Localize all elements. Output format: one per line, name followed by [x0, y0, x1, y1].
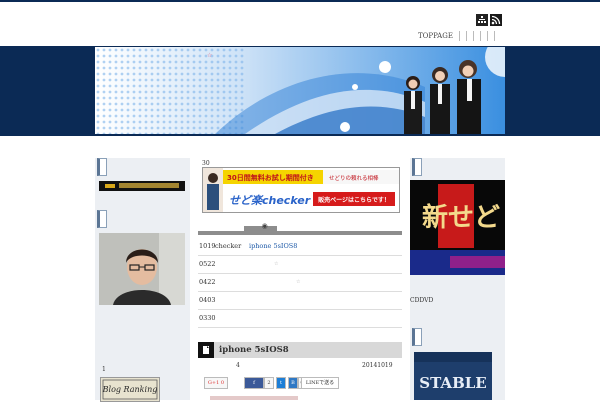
post-title[interactable]: iphone 5sIOS8	[219, 345, 289, 355]
arrow-icon	[105, 184, 115, 188]
seller-checker-ad[interactable]: 30日間無料お試し期間付き せどりの頼れる相棒 せど楽checker 販売ページ…	[202, 167, 400, 213]
post-header: iphone 5sIOS8	[198, 342, 402, 358]
post-count: 4	[236, 362, 240, 369]
list-item[interactable]: 0403	[198, 291, 402, 310]
ad-logo: せど楽checker	[229, 194, 311, 207]
header-icons	[476, 14, 502, 26]
nav-item[interactable]	[474, 31, 481, 41]
top-navigation: TOPPAGE	[412, 31, 495, 41]
sidebar-tab-marker	[412, 328, 422, 346]
gplus-button[interactable]: G+1 0	[204, 377, 228, 389]
like-count: 2	[264, 377, 274, 389]
sidebar-tab-marker	[412, 158, 422, 176]
sidebar-tab-marker	[97, 210, 107, 228]
nav-item[interactable]	[488, 31, 495, 41]
sidebar-tab-marker	[97, 158, 107, 176]
line-label: LINEで送る	[305, 380, 335, 386]
tab-new[interactable]	[244, 222, 246, 230]
tabs: ◉	[244, 222, 268, 230]
line-share-button[interactable]: LINEで送る	[301, 377, 339, 389]
list-item[interactable]: 0330	[198, 309, 402, 328]
rss-icon[interactable]	[490, 14, 502, 26]
blog-ranking-logo[interactable]: Blog Ranking	[100, 377, 160, 402]
hatena-button[interactable]: B	[288, 377, 298, 389]
top-border	[0, 0, 600, 2]
post-image-strip	[210, 396, 298, 400]
nav-item[interactable]	[460, 31, 467, 41]
banner-text-strip	[119, 183, 179, 188]
sitemap-icon[interactable]	[476, 14, 488, 26]
facebook-like-button[interactable]: f	[244, 377, 264, 389]
cd-dvd-label: CDDVD	[410, 297, 434, 304]
ad-button: 販売ページはこちらです！	[318, 196, 390, 204]
right-sedori-banner[interactable]: 新せどりの	[410, 180, 505, 275]
ad-top-text: 30日間無料お試し期間付き	[227, 173, 314, 182]
list-item[interactable]: 0422 ☆	[198, 273, 402, 292]
nav-toppage[interactable]: TOPPAGE	[412, 31, 460, 41]
ad-count: 30	[202, 160, 210, 167]
document-icon	[198, 342, 214, 358]
post-date: 20141019	[362, 362, 393, 369]
rss-icon[interactable]: ◉	[262, 222, 268, 230]
banner-graphic	[95, 47, 505, 134]
nav-item[interactable]	[467, 31, 474, 41]
stable-banner[interactable]: STABLE	[414, 352, 492, 400]
banner-star: ☆	[207, 52, 213, 59]
left-mini-banner[interactable]	[99, 181, 185, 191]
twitter-button[interactable]: t	[276, 377, 286, 389]
stable-text: STABLE	[419, 374, 486, 392]
ad-top-right: せどりの頼れる相棒	[329, 174, 379, 182]
profile-photo	[99, 233, 185, 305]
list-item[interactable]: 0522 ☆	[198, 255, 402, 274]
sidebar-note: 1	[102, 366, 106, 373]
ranking-logo-text: Blog Ranking	[102, 385, 158, 394]
nav-item[interactable]	[481, 31, 488, 41]
banner-text: 新せどりの	[422, 202, 505, 233]
header-banner[interactable]: ☆	[95, 47, 505, 134]
list-item[interactable]: 1019 checker iphone 5sIOS8	[198, 237, 402, 256]
tab-underline	[198, 231, 402, 235]
